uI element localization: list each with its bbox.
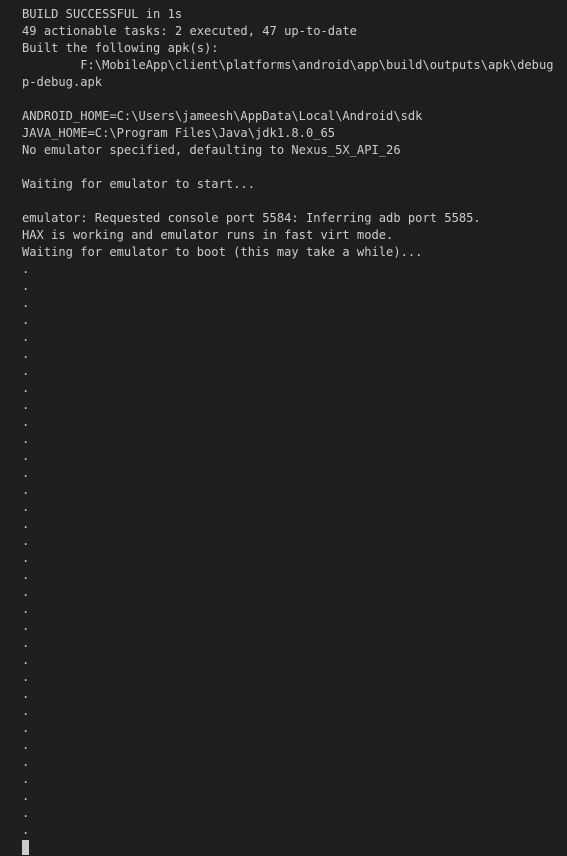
terminal-line: . [22, 347, 30, 361]
terminal-line: . [22, 619, 30, 633]
terminal-line: . [22, 687, 30, 701]
terminal-line: . [22, 381, 30, 395]
terminal-line: . [22, 806, 30, 820]
terminal-line: . [22, 398, 30, 412]
terminal-line: BUILD SUCCESSFUL in 1s [22, 7, 183, 21]
terminal-line: . [22, 789, 30, 803]
terminal-line: HAX is working and emulator runs in fast… [22, 228, 394, 242]
terminal-line: . [22, 466, 30, 480]
terminal-line: . [22, 585, 30, 599]
prompt-line [22, 839, 567, 856]
terminal-line: Built the following apk(s): [22, 41, 219, 55]
terminal-line: . [22, 823, 30, 837]
terminal-line: Waiting for emulator to start... [22, 177, 255, 191]
terminal-line: . [22, 636, 30, 650]
terminal-lines: BUILD SUCCESSFUL in 1s 49 actionable task… [22, 6, 567, 839]
terminal-line: . [22, 449, 30, 463]
terminal-line: JAVA_HOME=C:\Program Files\Java\jdk1.8.0… [22, 126, 336, 140]
terminal-line: . [22, 534, 30, 548]
terminal-line: . [22, 670, 30, 684]
terminal-line: . [22, 330, 30, 344]
terminal-line: . [22, 772, 30, 786]
terminal-line: p-debug.apk [22, 75, 103, 89]
terminal-line: . [22, 517, 30, 531]
terminal-line: . [22, 704, 30, 718]
terminal-line: . [22, 738, 30, 752]
terminal-line: . [22, 551, 30, 565]
terminal-line: . [22, 568, 30, 582]
terminal-line: . [22, 602, 30, 616]
terminal-output[interactable]: BUILD SUCCESSFUL in 1s 49 actionable task… [0, 0, 567, 855]
terminal-line: . [22, 262, 30, 276]
terminal-line: . [22, 313, 30, 327]
terminal-line: Waiting for emulator to boot (this may t… [22, 245, 423, 259]
terminal-line: No emulator specified, defaulting to Nex… [22, 143, 401, 157]
terminal-line: . [22, 483, 30, 497]
terminal-scrollbar[interactable] [553, 0, 567, 752]
terminal-line: . [22, 432, 30, 446]
terminal-line: ANDROID_HOME=C:\Users\jameesh\AppData\Lo… [22, 109, 423, 123]
text-cursor [22, 840, 29, 855]
terminal-line: . [22, 755, 30, 769]
terminal-line: . [22, 415, 30, 429]
terminal-line: . [22, 653, 30, 667]
terminal-line: 49 actionable tasks: 2 executed, 47 up-t… [22, 24, 357, 38]
terminal-line: . [22, 500, 30, 514]
terminal-line: emulator: Requested console port 5584: I… [22, 211, 481, 225]
terminal-line: F:\MobileApp\client\platforms\android\ap… [22, 58, 567, 72]
terminal-line: . [22, 364, 30, 378]
terminal-line: . [22, 296, 30, 310]
terminal-line: . [22, 279, 30, 293]
terminal-line: . [22, 721, 30, 735]
